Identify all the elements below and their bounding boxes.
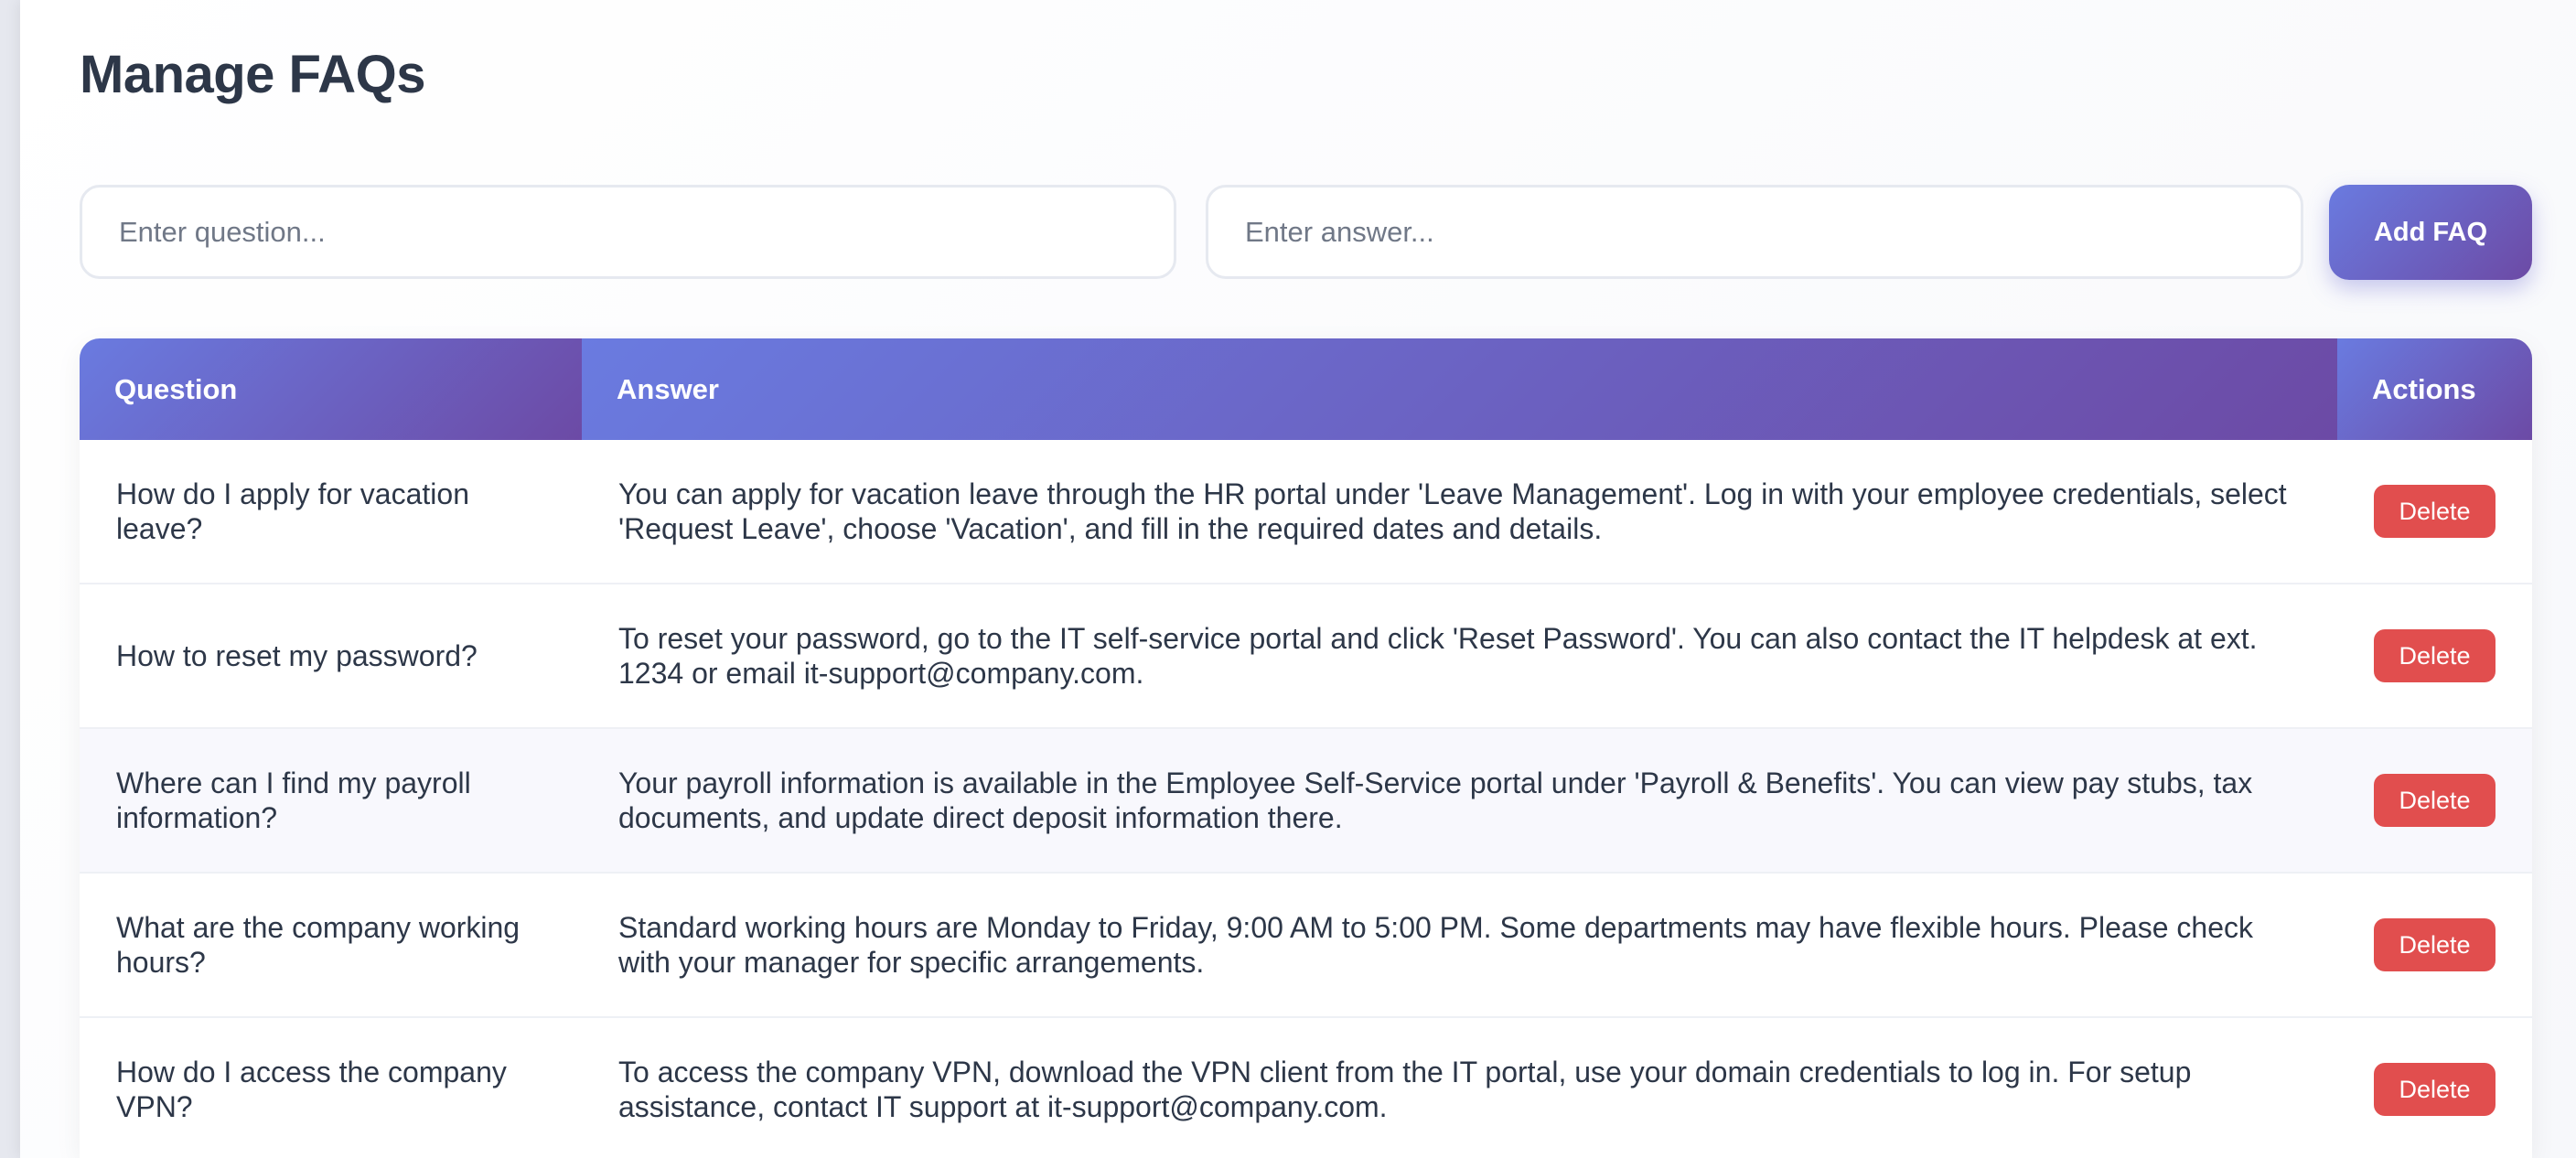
delete-button[interactable]: Delete [2374,918,2496,971]
table-row: Where can I find my payroll information?… [80,729,2532,874]
actions-cell: Delete [2337,485,2532,538]
table-row: How do I apply for vacation leave? You c… [80,440,2532,584]
faq-answer: You can apply for vacation leave through… [618,477,2287,545]
add-faq-button[interactable]: Add FAQ [2329,185,2532,280]
table-row: What are the company working hours? Stan… [80,874,2532,1018]
faq-question: What are the company working hours? [116,911,521,979]
faq-manager-panel: Manage FAQs Add FAQ Question Answer Acti… [20,0,2576,1158]
faq-question: How to reset my password? [116,639,478,672]
actions-cell: Delete [2337,774,2532,827]
actions-cell: Delete [2337,918,2532,971]
table-header: Question Answer Actions [80,338,2532,440]
actions-cell: Delete [2337,629,2532,682]
faq-answer: Your payroll information is available in… [618,767,2253,834]
column-header-question: Question [80,338,582,440]
question-input[interactable] [80,185,1176,279]
faq-question: How do I apply for vacation leave? [116,477,469,545]
faq-question: How do I access the company VPN? [116,1056,507,1123]
column-header-actions: Actions [2337,338,2532,440]
table-row: How do I access the company VPN? To acce… [80,1018,2532,1158]
delete-button[interactable]: Delete [2374,485,2496,538]
faq-question: Where can I find my payroll information? [116,767,471,834]
delete-button[interactable]: Delete [2374,629,2496,682]
page-title: Manage FAQs [80,45,426,104]
answer-input[interactable] [1206,185,2303,279]
faq-answer: To access the company VPN, download the … [618,1056,2192,1123]
table-row: How to reset my password? To reset your … [80,584,2532,729]
faq-answer: Standard working hours are Monday to Fri… [618,911,2253,979]
faq-answer: To reset your password, go to the IT sel… [618,622,2258,690]
column-header-answer: Answer [582,338,2337,440]
delete-button[interactable]: Delete [2374,774,2496,827]
faq-table: Question Answer Actions How do I apply f… [80,338,2532,1158]
actions-cell: Delete [2337,1063,2532,1116]
delete-button[interactable]: Delete [2374,1063,2496,1116]
